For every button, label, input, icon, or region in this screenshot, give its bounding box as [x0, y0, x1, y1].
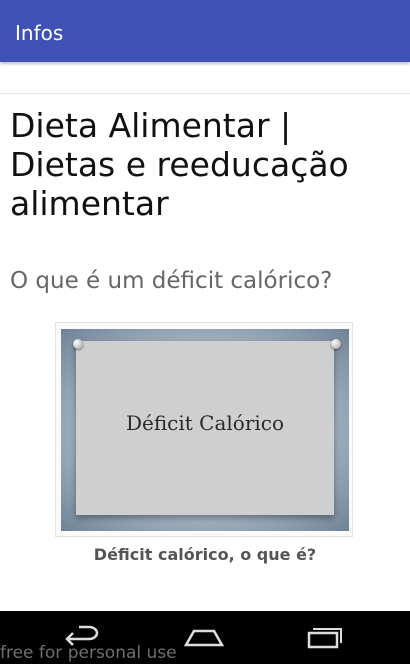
pushpin-icon	[73, 339, 83, 349]
app-bar: Infos	[0, 0, 410, 62]
slide-text: Déficit Calórico	[125, 411, 285, 435]
watermark: free for personal use	[0, 643, 177, 663]
home-button[interactable]	[183, 623, 225, 653]
app-bar-title: Infos	[15, 21, 64, 45]
home-icon	[183, 629, 225, 647]
pushpin-icon	[331, 339, 341, 349]
recent-apps-icon	[307, 628, 342, 649]
divider	[0, 93, 410, 94]
article-subtitle: O que é um déficit calórico?	[10, 268, 333, 294]
slide-background: Déficit Calórico	[61, 329, 349, 531]
image-caption: Déficit calórico, o que é?	[93, 545, 317, 564]
article-image[interactable]: Déficit Calórico	[55, 322, 353, 537]
recent-apps-button[interactable]	[303, 623, 343, 653]
slide-card: Déficit Calórico	[76, 341, 334, 515]
article-title: Dieta Alimentar | Dietas e reeducação al…	[10, 106, 349, 223]
